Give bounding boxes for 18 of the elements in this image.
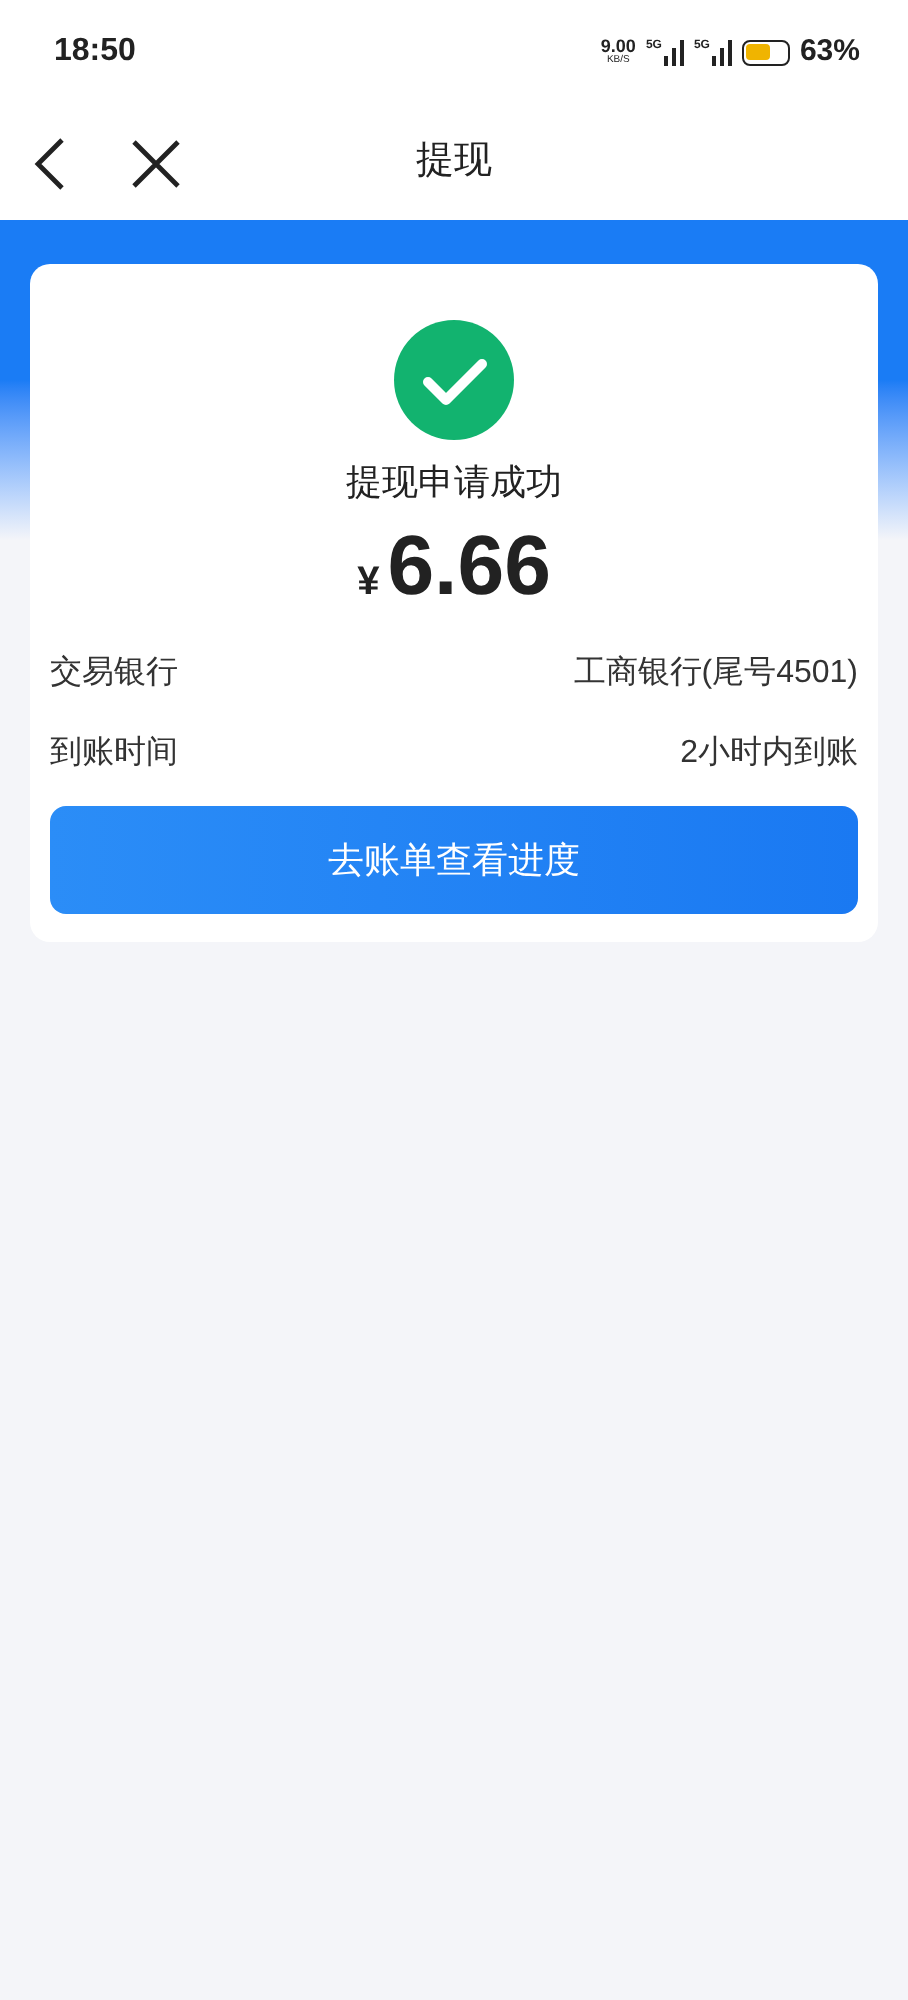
detail-value: 2小时内到账: [680, 733, 858, 774]
net-speed: 9.00: [600, 38, 636, 56]
back-icon[interactable]: [34, 138, 66, 190]
amount: 6.66: [387, 516, 551, 616]
page-title: 提现: [416, 137, 492, 186]
battery-icon: [741, 39, 790, 65]
close-icon[interactable]: [132, 140, 180, 188]
currency-symbol: ¥: [357, 558, 380, 608]
detail-label: 交易银行: [50, 653, 178, 694]
detail-value: 工商银行(尾号4501): [573, 653, 858, 694]
success-message: 提现申请成功: [346, 460, 562, 506]
status-time: 18:50: [54, 32, 136, 72]
success-check-icon: [394, 320, 514, 440]
battery-percent: 63%: [799, 31, 860, 72]
signal-icon: [663, 39, 684, 65]
view-progress-button[interactable]: 去账单查看进度: [50, 806, 858, 914]
signal-icon: [711, 39, 732, 65]
detail-label: 到账时间: [50, 733, 178, 774]
